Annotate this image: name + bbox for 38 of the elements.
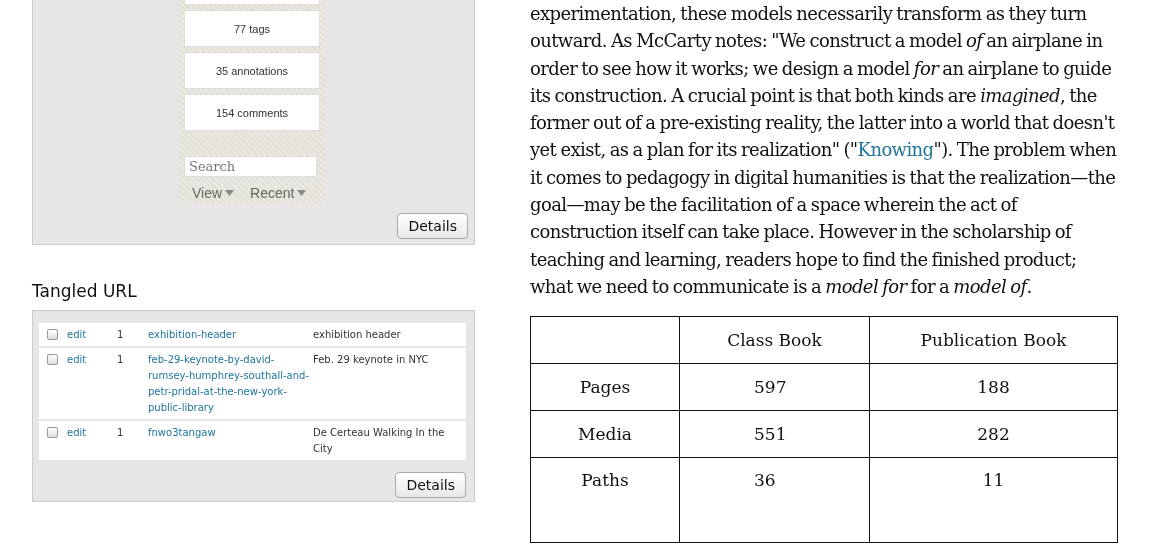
slug-link[interactable]: exhibition-header: [148, 327, 237, 343]
title-text: exhibition header: [313, 328, 402, 342]
edit-link[interactable]: edit: [67, 352, 87, 368]
column-header: Class Book: [727, 330, 822, 351]
table-cell: 551: [754, 424, 787, 445]
title-text: De Certeau Walking In the City: [313, 426, 446, 456]
count-text: 1: [117, 328, 125, 342]
citation-link[interactable]: Knowing: [857, 139, 934, 161]
edit-link[interactable]: edit: [67, 327, 87, 343]
title-text: Feb. 29 keynote in NYC: [313, 353, 430, 367]
slug-link[interactable]: fnwo3tangaw: [148, 425, 216, 441]
count-text: 1: [117, 353, 125, 367]
section-title: Tangled URL: [32, 281, 138, 301]
checkbox[interactable]: [47, 354, 58, 365]
table-cell: 597: [754, 377, 787, 398]
table-cell: 36: [754, 470, 776, 491]
slug-link[interactable]: feb-29-keynote-by-david-rumsey-humphrey-southall-and-petr-pridal-at-the-new-york-public-library: [148, 352, 313, 416]
column-header: Publication Book: [920, 330, 1067, 351]
caret-icon: [297, 190, 307, 196]
stat-card[interactable]: 154 comments: [184, 94, 320, 131]
caret-icon: [225, 190, 235, 196]
stat-card[interactable]: 77 tags: [184, 10, 320, 47]
row-header: Paths: [581, 470, 629, 491]
table-cell: 282: [977, 424, 1010, 445]
table-cell: 11: [982, 470, 1005, 491]
edit-link[interactable]: edit: [67, 425, 87, 441]
count-text: 1: [117, 426, 125, 440]
table-cell: 188: [977, 377, 1010, 398]
stat-card[interactable]: 35 annotations: [184, 52, 320, 89]
dropdown-menu[interactable]: Recent: [250, 185, 307, 201]
row-header: Pages: [579, 377, 631, 398]
details-button[interactable]: Details: [395, 472, 466, 498]
row-header: Media: [578, 424, 632, 445]
search-field[interactable]: Search: [184, 156, 317, 177]
checkbox[interactable]: [47, 329, 58, 340]
details-button[interactable]: Details: [397, 213, 468, 239]
checkbox[interactable]: [47, 427, 58, 438]
dropdown-menu[interactable]: View: [192, 185, 235, 201]
